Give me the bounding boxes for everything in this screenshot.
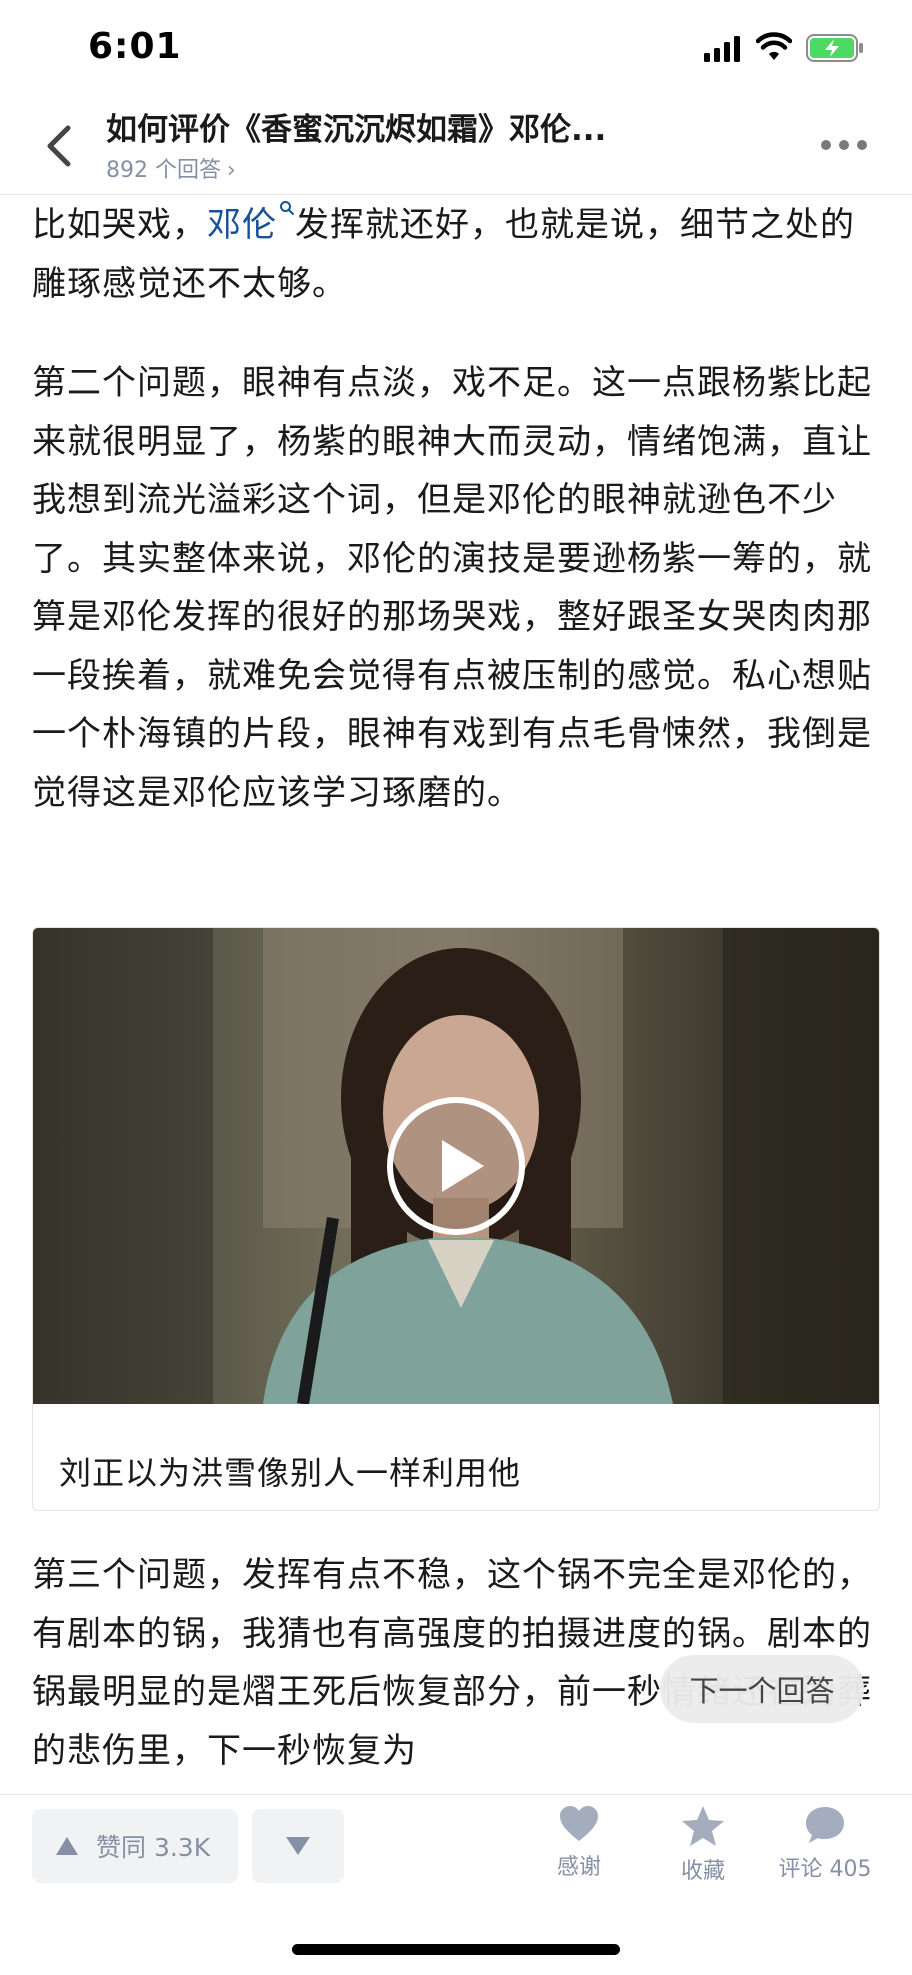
chevron-left-icon[interactable] (40, 122, 80, 170)
star-icon (682, 1806, 724, 1846)
video-card[interactable]: 刘正以为洪雪像别人一样利用他 (32, 927, 880, 1511)
triangle-down-icon (286, 1837, 310, 1855)
heart-icon (560, 1806, 598, 1841)
video-caption: 刘正以为洪雪像别人一样利用他 (59, 1454, 522, 1492)
comment-button[interactable]: 评论 405 (770, 1805, 880, 1883)
answer-count-label: 892 个回答 (106, 158, 221, 183)
thanks-label: 感谢 (556, 1855, 601, 1880)
more-dots-icon[interactable] (820, 138, 868, 152)
cellular-signal-icon (704, 36, 740, 62)
inline-link-label: 邓伦 (207, 205, 277, 245)
question-title[interactable]: 如何评价《香蜜沉沉烬如霜》邓伦... (106, 104, 706, 149)
downvote-button[interactable] (252, 1809, 344, 1883)
triangle-up-icon (56, 1837, 78, 1855)
next-answer-button[interactable]: 下一个回答 (660, 1655, 864, 1723)
inline-link-deng-lun[interactable]: 邓伦 (207, 201, 295, 245)
favorite-label: 收藏 (680, 1859, 725, 1884)
favorite-button[interactable]: 收藏 (648, 1805, 758, 1885)
search-icon (280, 201, 294, 215)
chevron-right-icon: › (227, 158, 236, 183)
battery-charging-icon (806, 34, 863, 62)
paragraph-2: 第二个问题，眼神有点淡，戏不足。这一点跟杨紫比起来就很明显了，杨紫的眼神大而灵动… (32, 363, 872, 813)
wifi-icon (756, 32, 792, 60)
status-time: 6:01 (88, 26, 182, 67)
status-bar: 6:01 (0, 0, 912, 100)
nav-header: 如何评价《香蜜沉沉烬如霜》邓伦... 892 个回答 › (0, 100, 912, 195)
home-indicator (292, 1944, 620, 1955)
comment-bubble-icon (806, 1807, 844, 1843)
paragraph-1: 比如哭戏，邓伦 发挥就还好，也就是说，细节之处的雕琢感觉还不太够。 (32, 196, 884, 313)
play-icon[interactable] (386, 1096, 526, 1236)
upvote-label: 赞同 3.3K (96, 1833, 211, 1862)
thanks-button[interactable]: 感谢 (524, 1805, 634, 1881)
upvote-button[interactable]: 赞同 3.3K (32, 1809, 238, 1883)
comment-label: 评论 405 (778, 1857, 872, 1882)
paragraph-1-before: 比如哭戏， (32, 205, 207, 245)
video-thumbnail[interactable] (33, 928, 879, 1404)
answer-count-link[interactable]: 892 个回答 › (106, 152, 236, 184)
bottom-action-bar: 赞同 3.3K 感谢 收藏 评论 405 (0, 1794, 912, 1975)
